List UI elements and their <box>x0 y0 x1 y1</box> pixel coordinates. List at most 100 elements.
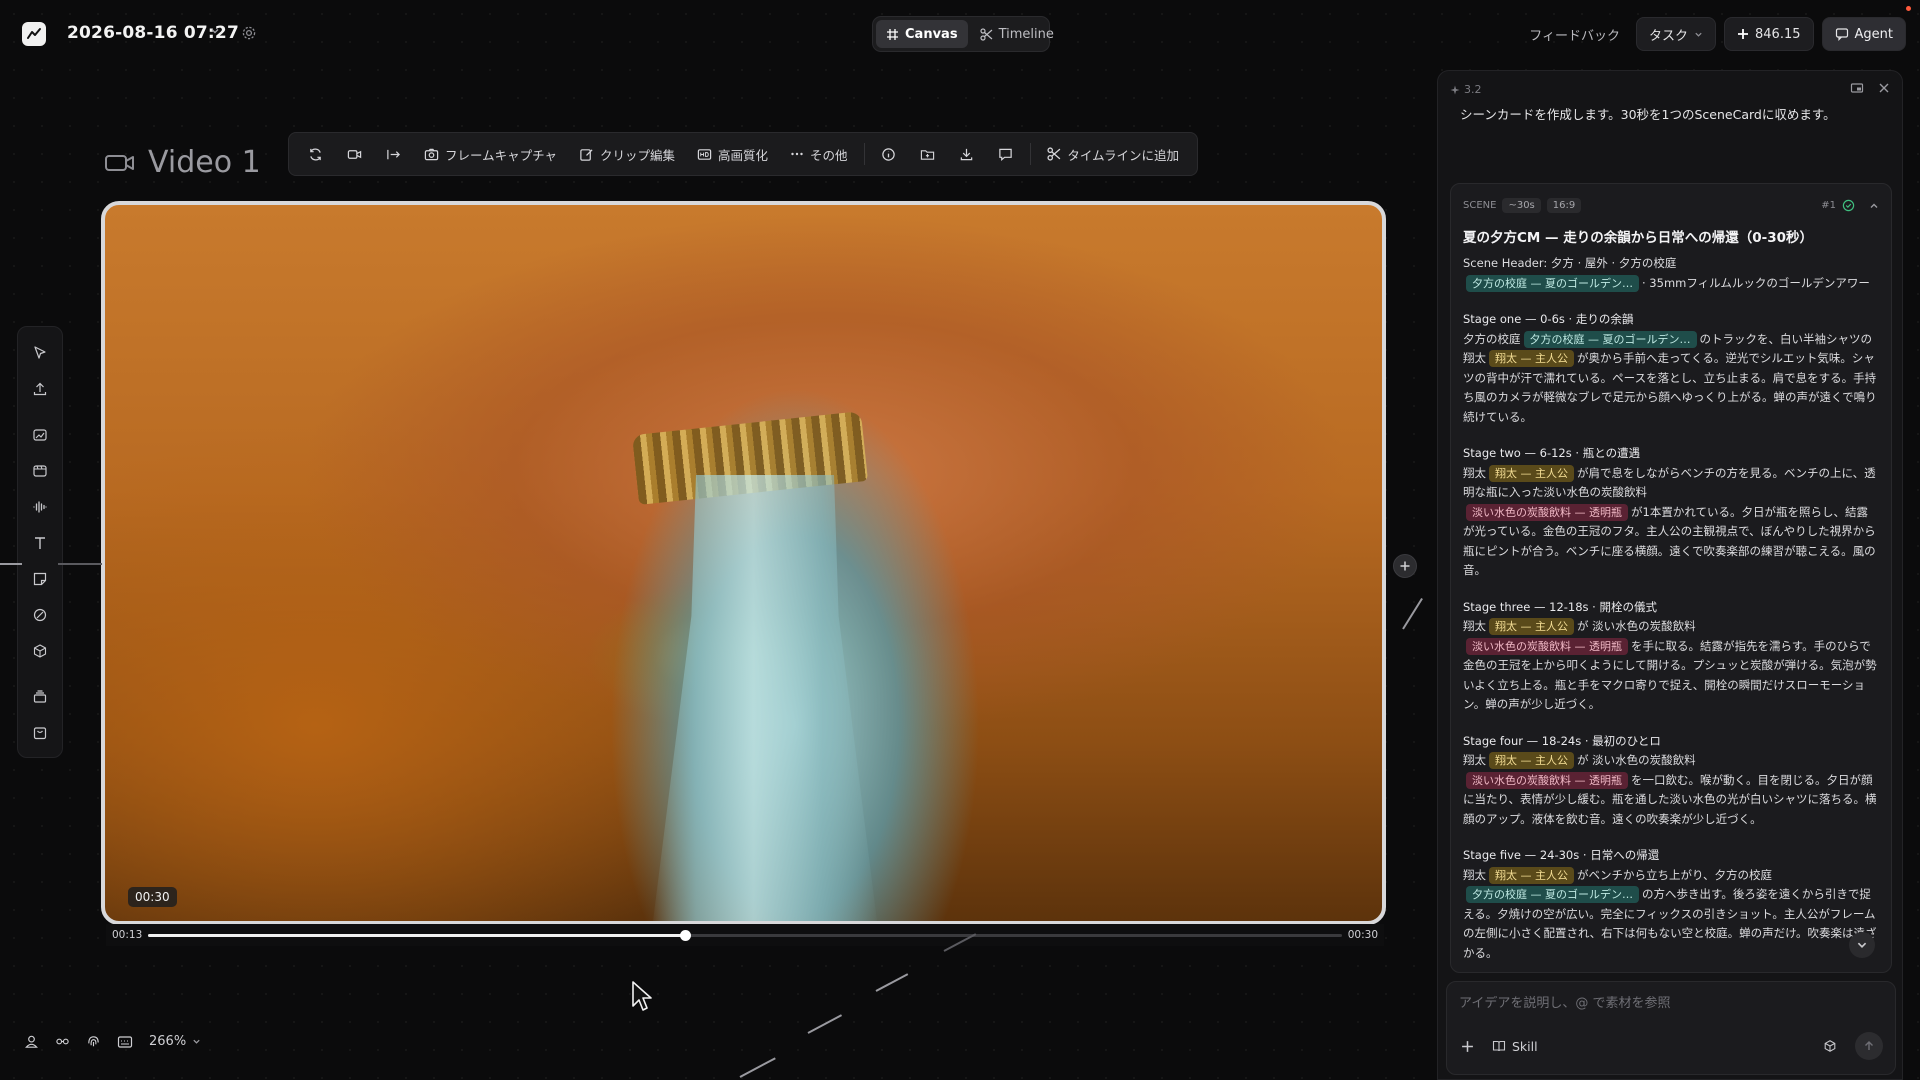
prompt-input[interactable] <box>1459 996 1879 1011</box>
regenerate-icon[interactable] <box>297 138 334 170</box>
stage-title: Stage three — 12-18s · 開栓の儀式 <box>1463 599 1657 614</box>
character-chip[interactable]: 翔太 — 主人公 <box>1489 618 1574 635</box>
video-camera-icon[interactable] <box>336 138 373 170</box>
image-generate-icon[interactable] <box>24 419 56 451</box>
scrubber-handle[interactable] <box>680 929 692 941</box>
keyboard-icon[interactable] <box>117 1035 133 1049</box>
assets-bag-icon[interactable] <box>24 717 56 749</box>
tab-canvas-label: Canvas <box>905 26 958 42</box>
upscale-button[interactable]: 高画質化 <box>687 138 778 170</box>
tab-canvas[interactable]: Canvas <box>876 20 968 48</box>
character-chip[interactable]: 翔太 — 主人公 <box>1489 752 1574 769</box>
more-dots-icon <box>790 147 804 161</box>
notification-dot <box>1906 6 1911 11</box>
comment-icon[interactable] <box>987 138 1024 170</box>
zoom-level[interactable]: 266% <box>149 1034 186 1049</box>
location-chip[interactable]: 夕方の校庭 — 夏のゴールデン… <box>1466 886 1639 903</box>
scroll-down-button[interactable] <box>1849 932 1875 958</box>
user-icon[interactable] <box>24 1034 39 1049</box>
3d-cube-icon[interactable] <box>1823 1039 1837 1053</box>
agent-version: 3.2 <box>1450 83 1482 96</box>
edit-icon <box>579 147 594 162</box>
brush-icon[interactable] <box>24 599 56 631</box>
duration-badge: 00:30 <box>128 887 177 907</box>
stage-text: がベンチから立ち上がり、夕方の校庭 <box>1577 867 1773 882</box>
select-tool-icon[interactable] <box>24 337 56 369</box>
check-circle-icon <box>1842 199 1855 212</box>
download-icon[interactable] <box>948 138 985 170</box>
fingerprint-icon[interactable] <box>86 1034 101 1049</box>
credits-button[interactable]: 846.15 <box>1724 17 1814 51</box>
location-chip[interactable]: 夕方の校庭 — 夏のゴールデン… <box>1523 330 1697 348</box>
add-node-button[interactable] <box>1393 554 1417 578</box>
connector-line <box>807 1014 843 1034</box>
scene-card: SCENE ~30s 16:9 #1 夏の夕方CM — 走りの余韻から日常への帰… <box>1450 183 1892 973</box>
stage-two: Stage two — 6-12s · 瓶との遭遇 翔太 翔太 — 主人公 が肩で息… <box>1463 444 1879 581</box>
character-chip[interactable]: 翔太 — 主人公 <box>1489 866 1574 884</box>
character-chip[interactable]: 翔太 — 主人公 <box>1489 464 1574 482</box>
scrubber-track[interactable] <box>148 929 1342 941</box>
video-scrubber[interactable]: 00:13 00:30 <box>106 924 1384 946</box>
video-node-title: Video 1 <box>104 145 261 180</box>
scene-body: Scene Header: 夕方 · 屋外 · 夕方の校庭 夕方の校庭 — 夏の… <box>1463 254 1879 972</box>
audio-icon[interactable] <box>24 491 56 523</box>
upload-icon[interactable] <box>24 373 56 405</box>
plus-icon[interactable] <box>1461 1040 1474 1053</box>
chevron-down-icon[interactable] <box>192 1037 201 1046</box>
prop-chip[interactable]: 淡い水色の炭酸飲料 — 透明瓶 <box>1466 637 1628 655</box>
feedback-link[interactable]: フィードバック <box>1521 25 1628 44</box>
task-dropdown[interactable]: タスク <box>1636 17 1717 51</box>
folder-add-icon[interactable] <box>909 138 946 170</box>
stage-title: Stage five — 24-30s · 日常への帰還 <box>1463 848 1660 862</box>
app-logo[interactable] <box>22 22 46 46</box>
stage-text: 翔太 <box>1463 619 1486 633</box>
upscale-label: 高画質化 <box>717 147 768 163</box>
stage-one: Stage one — 0-6s · 走りの余韻 夕方の校庭 夕方の校庭 — 夏の… <box>1463 310 1879 427</box>
prompt-box: Skill <box>1446 981 1896 1075</box>
toolbar-divider <box>863 143 865 165</box>
frame-capture-button[interactable]: フレームキャプチャ <box>414 138 567 170</box>
credits-value: 846.15 <box>1755 26 1801 42</box>
location-chip[interactable]: 夕方の校庭 — 夏のゴールデン… <box>1466 274 1639 292</box>
video-toolbar: フレームキャプチャ クリップ編集 高画質化 その他 タイムラインに追加 <box>288 132 1198 176</box>
stage-title: Stage four — 18-24s · 最初のひとロ <box>1463 733 1661 748</box>
character-chip[interactable]: 翔太 — 主人公 <box>1489 350 1574 367</box>
3d-cube-icon[interactable] <box>24 635 56 667</box>
link-icon[interactable] <box>55 1034 70 1049</box>
agent-button[interactable]: Agent <box>1821 6 1911 51</box>
toolbar-divider <box>1030 143 1032 165</box>
minimize-panel-icon[interactable] <box>1850 81 1864 95</box>
tab-timeline[interactable]: Timeline <box>970 20 1064 48</box>
send-button[interactable] <box>1855 1032 1883 1060</box>
plus-icon <box>1737 28 1749 40</box>
text-tool-icon[interactable] <box>24 527 56 559</box>
extend-arrow-icon[interactable] <box>375 138 412 170</box>
mode-switch: Canvas Timeline <box>872 16 1054 52</box>
scene-meta: SCENE ~30s 16:9 #1 <box>1463 198 1879 213</box>
mouse-cursor-icon <box>630 980 656 1014</box>
add-to-timeline-button[interactable]: タイムラインに追加 <box>1037 138 1189 170</box>
prop-chip[interactable]: 淡い水色の炭酸飲料 — 透明瓶 <box>1466 771 1628 789</box>
close-icon[interactable] <box>1878 81 1890 95</box>
stage-text: 翔太 <box>1463 753 1486 767</box>
video-preview[interactable]: 00:30 <box>101 201 1386 925</box>
video-generate-icon[interactable] <box>24 455 56 487</box>
scissors-icon <box>979 27 993 41</box>
note-icon[interactable] <box>24 563 56 595</box>
layers-icon[interactable] <box>24 681 56 713</box>
skill-button[interactable]: Skill <box>1492 1039 1538 1054</box>
prop-chip[interactable]: 淡い水色の炭酸飲料 — 透明瓶 <box>1466 503 1628 521</box>
agent-label: Agent <box>1854 26 1893 42</box>
scene-tag: SCENE <box>1463 200 1497 211</box>
video-camera-icon <box>104 151 136 175</box>
chevron-up-icon[interactable] <box>1869 201 1879 211</box>
clip-edit-button[interactable]: クリップ編集 <box>569 138 685 170</box>
scene-header-line: Scene Header: 夕方 · 屋外 · 夕方の校庭 夕方の校庭 — 夏の… <box>1463 254 1879 293</box>
arrow-up-icon <box>1863 1040 1875 1052</box>
info-icon[interactable] <box>870 138 907 170</box>
stage-text: 夕方の校庭 <box>1463 331 1521 346</box>
chevron-down-icon[interactable] <box>210 26 220 36</box>
bottle-image <box>650 475 880 921</box>
gear-icon[interactable] <box>241 25 257 41</box>
more-button[interactable]: その他 <box>780 138 858 170</box>
